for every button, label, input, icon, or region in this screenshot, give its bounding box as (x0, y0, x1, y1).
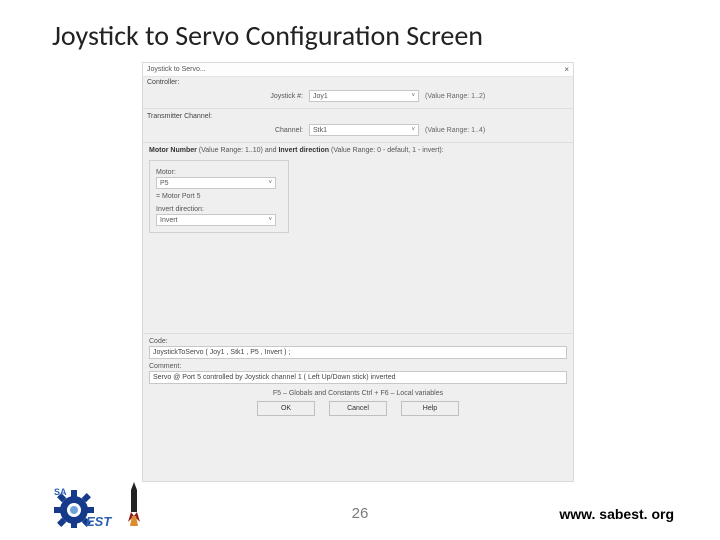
chevron-down-icon: ˅ (411, 127, 415, 133)
invert-select[interactable]: Invert ˅ (156, 214, 276, 226)
motor-header: Motor Number (Value Range: 1..10) and In… (143, 145, 573, 156)
chevron-down-icon: ˅ (268, 217, 272, 223)
joystick-hint: (Value Range: 1..2) (425, 93, 485, 100)
sabest-logo: SA EST (52, 482, 142, 528)
tx-group-label: Transmitter Channel: (143, 111, 573, 122)
motor-port-label: = Motor Port 5 (156, 193, 282, 200)
comment-text[interactable]: Servo @ Port 5 controlled by Joystick ch… (149, 371, 567, 384)
channel-hint: (Value Range: 1..4) (425, 127, 485, 134)
slide-title: Joystick to Servo Configuration Screen (52, 18, 483, 53)
footer-url: www. sabest. org (559, 506, 674, 522)
joystick-label: Joystick #: (253, 93, 303, 100)
shortcut-hint: F5 – Globals and Constants Ctrl + F6 – L… (143, 390, 573, 397)
close-icon[interactable]: × (564, 65, 569, 74)
svg-text:SA: SA (54, 487, 67, 497)
help-button[interactable]: Help (401, 401, 459, 416)
channel-value: Stk1 (313, 127, 327, 134)
motor-fieldset: Motor: P5 ˅ = Motor Port 5 Invert direct… (149, 160, 289, 233)
gear-icon: SA EST (52, 482, 122, 528)
motor-value: P5 (160, 180, 169, 187)
button-row: OK Cancel Help (143, 401, 573, 416)
ok-button[interactable]: OK (257, 401, 315, 416)
code-block: Code: JoystickToServo ( Joy1 , Stk1 , P5… (149, 338, 567, 359)
comment-label: Comment: (149, 363, 567, 370)
svg-text:EST: EST (86, 514, 112, 528)
page-number: 26 (352, 505, 369, 522)
comment-block: Comment: Servo @ Port 5 controlled by Jo… (149, 363, 567, 384)
rocket-icon (126, 482, 142, 528)
motor-select[interactable]: P5 ˅ (156, 177, 276, 189)
motor-label: Motor: (156, 169, 282, 176)
window-title: Joystick to Servo... (147, 66, 206, 73)
joystick-select[interactable]: Joy1 ˅ (309, 90, 419, 102)
invert-label: Invert direction: (156, 206, 282, 213)
chevron-down-icon: ˅ (268, 180, 272, 186)
cancel-button[interactable]: Cancel (329, 401, 387, 416)
chevron-down-icon: ˅ (411, 93, 415, 99)
joystick-value: Joy1 (313, 93, 328, 100)
channel-select[interactable]: Stk1 ˅ (309, 124, 419, 136)
code-label: Code: (149, 338, 567, 345)
code-text[interactable]: JoystickToServo ( Joy1 , Stk1 , P5 , Inv… (149, 346, 567, 359)
invert-value: Invert (160, 217, 178, 224)
channel-label: Channel: (267, 127, 303, 134)
controller-group-label: Controller: (143, 77, 573, 88)
config-window: Joystick to Servo... × Controller: Joyst… (142, 62, 574, 482)
window-titlebar: Joystick to Servo... × (143, 63, 573, 77)
